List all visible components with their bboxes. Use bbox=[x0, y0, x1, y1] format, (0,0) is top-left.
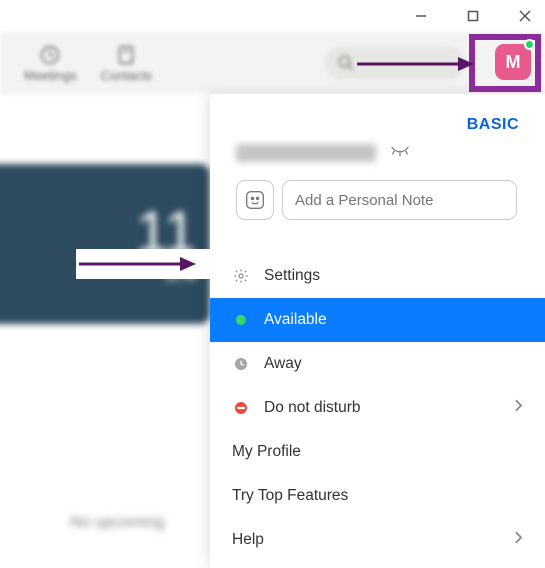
hide-icon[interactable] bbox=[390, 144, 410, 162]
plan-badge: BASIC bbox=[467, 116, 519, 134]
profile-dropdown-menu: BASIC Settings Available bbox=[210, 94, 545, 568]
my-profile-item[interactable]: My Profile bbox=[210, 430, 545, 474]
window-minimize-button[interactable] bbox=[409, 4, 433, 28]
emoji-button[interactable] bbox=[236, 180, 274, 220]
available-status-icon bbox=[232, 311, 250, 329]
contacts-tab[interactable]: Contacts bbox=[101, 44, 152, 83]
meetings-label: Meetings bbox=[24, 68, 77, 83]
avatar-status-dot bbox=[524, 39, 535, 50]
settings-label: Settings bbox=[264, 267, 320, 285]
email-text-blurred bbox=[236, 144, 376, 162]
gear-icon bbox=[232, 267, 250, 285]
annotation-arrow-top bbox=[354, 55, 462, 73]
profile-avatar-button[interactable]: M bbox=[495, 44, 531, 80]
dnd-label: Do not disturb bbox=[264, 399, 361, 417]
no-upcoming-text: No upcoming bbox=[70, 514, 164, 532]
window-maximize-button[interactable] bbox=[461, 4, 485, 28]
clock-card: 11 28 M bbox=[0, 164, 210, 324]
chevron-right-icon bbox=[514, 531, 523, 550]
help-label: Help bbox=[232, 531, 264, 549]
contacts-label: Contacts bbox=[101, 68, 152, 83]
try-top-label: Try Top Features bbox=[232, 487, 348, 505]
meetings-tab[interactable]: Meetings bbox=[24, 44, 77, 83]
help-item[interactable]: Help bbox=[210, 518, 545, 562]
avatar-letter: M bbox=[506, 52, 521, 73]
background-main-content: 11 28 M No upcoming bbox=[0, 94, 210, 568]
available-label: Available bbox=[264, 311, 327, 329]
status-dnd-item[interactable]: Do not disturb bbox=[210, 386, 545, 430]
dnd-status-icon bbox=[232, 399, 250, 417]
try-top-features-item[interactable]: Try Top Features bbox=[210, 474, 545, 518]
away-label: Away bbox=[264, 355, 302, 373]
chevron-right-icon bbox=[514, 399, 523, 418]
away-status-icon bbox=[232, 355, 250, 373]
status-available-item[interactable]: Available bbox=[210, 298, 545, 342]
my-profile-label: My Profile bbox=[232, 443, 301, 461]
status-away-item[interactable]: Away bbox=[210, 342, 545, 386]
annotation-arrow-settings bbox=[76, 249, 214, 279]
window-close-button[interactable] bbox=[513, 4, 537, 28]
personal-note-input[interactable] bbox=[282, 180, 517, 220]
settings-menu-item[interactable]: Settings bbox=[210, 254, 545, 298]
